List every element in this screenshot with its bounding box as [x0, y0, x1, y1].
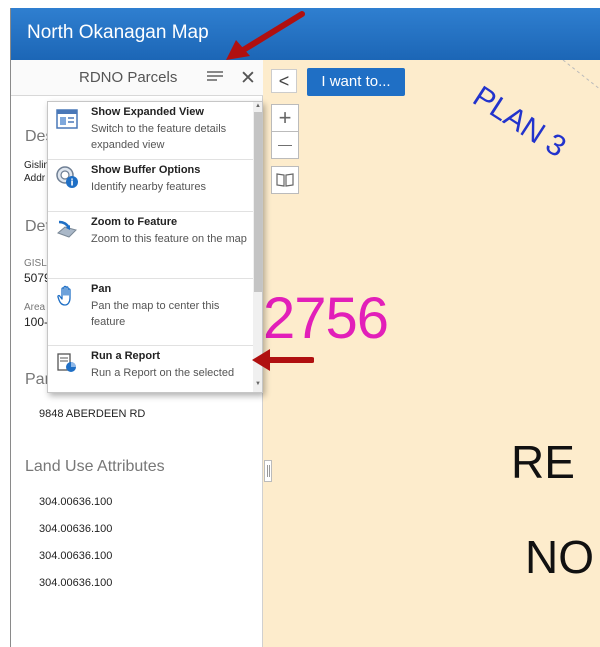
menu-scrollbar[interactable]: ▲ ▼: [253, 102, 262, 392]
app-title: North Okanagan Map: [27, 22, 209, 43]
expanded-view-icon: [56, 109, 78, 129]
menu-item-description: Run a Report on the selected: [91, 367, 235, 379]
scroll-down-icon[interactable]: ▼: [255, 381, 261, 387]
feature-actions-menu: Show Expanded View Switch to the feature…: [47, 101, 263, 393]
map-label-line-1: RE: [511, 436, 575, 488]
field-gislink-label: GISLI: [24, 258, 50, 269]
panel-header: RDNO Parcels ✕: [11, 60, 263, 96]
field-gislink: Gislin: [24, 160, 50, 171]
map-label-line-2: NO: [525, 531, 594, 583]
land-use-item[interactable]: 304.00636.100: [39, 496, 112, 508]
land-use-item[interactable]: 304.00636.100: [39, 523, 112, 535]
parcel-number-label: 2756: [263, 286, 389, 351]
field-area-value: 100-: [24, 315, 49, 329]
field-area-label: Area: [24, 302, 46, 313]
menu-item-label: Show Buffer Options: [91, 164, 201, 176]
close-icon[interactable]: ✕: [240, 67, 256, 90]
svg-text:i: i: [70, 179, 73, 189]
hand-pan-icon: [57, 285, 71, 306]
land-use-item[interactable]: 304.00636.100: [39, 550, 112, 562]
scroll-up-icon[interactable]: ▲: [255, 103, 261, 109]
book-icon: [276, 173, 294, 187]
buffer-icon: i: [56, 166, 78, 189]
map-view[interactable]: PLAN 3 2756 RE NO < I want to... + —: [263, 60, 600, 647]
menu-item-description: Identify nearby features: [91, 181, 206, 193]
report-icon: [57, 353, 76, 372]
section-land-use: Land Use Attributes: [25, 458, 165, 475]
bookmarks-button[interactable]: [271, 166, 299, 194]
app-window: North Okanagan Map PLAN 3 2756 RE NO < I…: [10, 8, 600, 647]
i-want-to-button[interactable]: I want to...: [307, 68, 405, 96]
menu-item-show-expanded-view[interactable]: Show Expanded View Switch to the feature…: [48, 102, 253, 160]
menu-item-zoom-to-feature[interactable]: Zoom to Feature Zoom to this feature on …: [48, 212, 253, 279]
zoom-out-button[interactable]: —: [271, 131, 299, 159]
menu-item-pan[interactable]: Pan Pan the map to center this feature: [48, 279, 253, 346]
menu-item-description: Pan the map to center this feature: [91, 300, 220, 328]
menu-item-description: Zoom to this feature on the map: [91, 233, 247, 245]
menu-item-description: Switch to the feature details expanded v…: [91, 123, 227, 151]
menu-scrollbar-thumb[interactable]: [254, 112, 262, 292]
menu-item-label: Show Expanded View: [91, 106, 204, 118]
panel-resize-handle[interactable]: [264, 460, 272, 482]
menu-item-label: Pan: [91, 283, 112, 295]
zoom-to-feature-icon: [57, 220, 77, 238]
menu-item-label: Run a Report: [91, 350, 161, 362]
parcel-address[interactable]: 9848 ABERDEEN RD: [39, 408, 145, 420]
land-use-item[interactable]: 304.00636.100: [39, 577, 112, 589]
menu-icon[interactable]: [207, 71, 223, 85]
collapse-panel-button[interactable]: <: [271, 69, 297, 93]
app-header: North Okanagan Map: [11, 8, 600, 60]
menu-item-label: Zoom to Feature: [91, 216, 178, 228]
panel-title: RDNO Parcels: [79, 69, 178, 86]
field-address: Addr: [24, 173, 46, 184]
zoom-in-button[interactable]: +: [271, 104, 299, 132]
menu-item-run-a-report[interactable]: Run a Report Run a Report on the selecte…: [48, 346, 253, 392]
menu-item-show-buffer-options[interactable]: i Show Buffer Options Identify nearby fe…: [48, 160, 253, 212]
